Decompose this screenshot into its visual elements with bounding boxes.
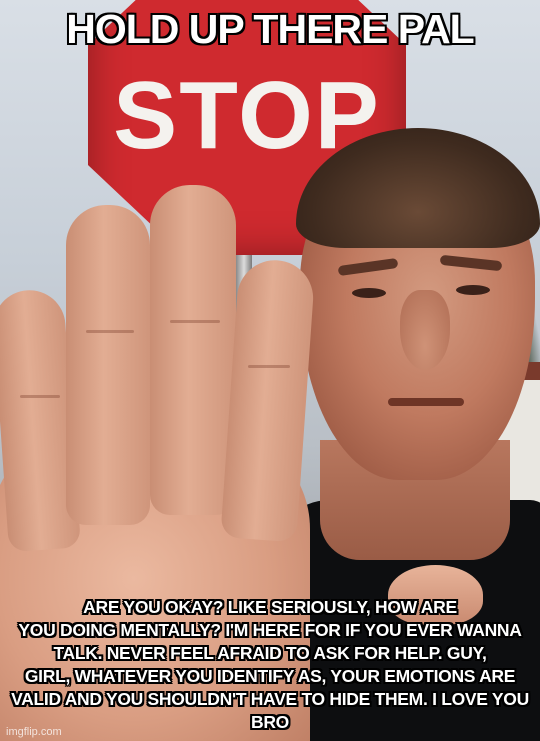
ring-finger	[66, 205, 150, 525]
middle-finger	[150, 185, 236, 515]
finger-crease	[20, 395, 60, 398]
bottom-caption: ARE YOU OKAY? LIKE SERIOUSLY, HOW ARE YO…	[11, 597, 529, 732]
mouth	[388, 398, 464, 406]
meme-image: STOP HOLD UP THERE PAL ARE YOU OKAY? LIK…	[0, 0, 540, 741]
imgflip-watermark: imgflip.com	[6, 726, 62, 738]
finger-crease	[86, 330, 134, 333]
top-caption: HOLD UP THERE PAL	[66, 6, 474, 52]
nose	[400, 290, 450, 370]
finger-crease	[170, 320, 220, 323]
right-eye	[456, 285, 490, 295]
finger-crease	[248, 365, 290, 368]
left-eye	[352, 288, 386, 298]
